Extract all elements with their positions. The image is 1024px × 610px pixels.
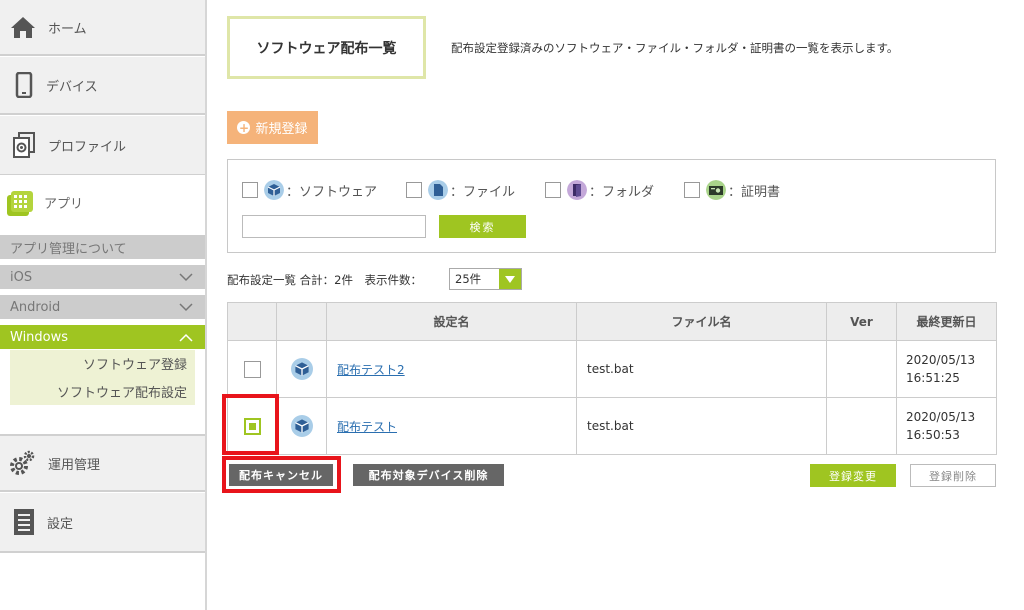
app-grid-icon [7,190,33,216]
table-row: 配布テスト test.bat 2020/05/13 16:50:53 [227,397,997,455]
nav-profile-label: プロファイル [48,139,127,155]
file-name-cell: test.bat [576,397,827,455]
filter-folder-label: ：フォルダ [589,185,655,200]
sidebar: ホーム デバイス プロファイル アプリ アプリ管理について iOS Androi… [0,0,207,610]
certificate-icon [706,180,726,200]
search-button[interactable]: 検索 [439,215,526,238]
nav-settings-label: 設定 [47,516,74,532]
nav-device-label: デバイス [46,79,98,95]
filter-file-checkbox[interactable] [406,182,422,198]
folder-icon [567,180,587,200]
page-size-value: 25件 [455,272,482,286]
delete-registration-button[interactable]: 登録削除 [910,464,996,487]
nav-windows[interactable]: Windows [0,325,205,349]
filter-file-label: ：ファイル [450,185,516,200]
nav-ios[interactable]: iOS [0,265,205,289]
delete-target-devices-button[interactable]: 配布対象デバイス削除 [353,464,504,486]
nav-windows-label: Windows [10,329,69,345]
updated-cell: 2020/05/13 16:51:25 [896,340,997,398]
updated-time: 16:50:53 [906,428,960,442]
filter-panel: ：ソフトウェア ：ファイル ：フォルダ ：証明書 検索 [227,159,996,253]
nav-app-about[interactable]: アプリ管理について [0,235,205,259]
col-updated[interactable]: 最終更新日 [896,302,997,341]
ver-cell [826,340,897,398]
software-package-icon [264,180,284,200]
nav-profile[interactable]: プロファイル [0,116,205,176]
new-register-button[interactable]: + 新規登録 [227,111,318,144]
table-header-row: 設定名 ファイル名 Ver 最終更新日 [227,302,997,341]
col-ver[interactable]: Ver [826,302,897,341]
setting-name-link[interactable]: 配布テスト2 [337,363,405,377]
page-description: 配布設定登録済みのソフトウェア・ファイル・フォルダ・証明書の一覧を表示します。 [451,41,899,55]
file-icon [428,180,448,200]
filter-software-label: ：ソフトウェア [286,185,378,200]
plus-circle-icon: + [237,120,251,135]
nav-operation[interactable]: 運用管理 [0,434,205,492]
windows-submenu: ソフトウェア登録 ソフトウェア配布設定 [10,350,195,405]
gear-icon [10,450,35,475]
document-icon [14,509,34,535]
chevron-up-icon [179,333,193,342]
nav-app-label: アプリ [44,197,84,212]
col-name[interactable]: 設定名 [326,302,577,341]
change-registration-button[interactable]: 登録変更 [810,464,896,487]
new-register-label: 新規登録 [255,122,308,137]
nav-sw-register[interactable]: ソフトウェア登録 [83,354,187,373]
setting-name-link[interactable]: 配布テスト [337,420,397,434]
row-checkbox[interactable] [243,360,261,378]
chevron-down-icon [179,272,193,281]
nav-device[interactable]: デバイス [0,57,205,115]
nav-home-label: ホーム [48,21,87,37]
chevron-down-icon [179,302,193,311]
dropdown-arrow-icon [499,269,521,289]
page-size-select[interactable]: 25件 [449,268,522,290]
file-name-cell: test.bat [576,340,827,398]
filter-certificate-label: ：証明書 [728,185,781,200]
highlight-box-checkbox [222,394,279,455]
phone-icon [15,72,33,98]
search-input[interactable] [242,215,426,238]
updated-time: 16:51:25 [906,371,960,385]
table-row: 配布テスト2 test.bat 2020/05/13 16:51:25 [227,340,997,398]
filter-certificate-checkbox[interactable] [684,182,700,198]
col-type [276,302,327,341]
software-package-icon [290,415,313,437]
updated-cell: 2020/05/13 16:50:53 [896,397,997,455]
page-title: ソフトウェア配布一覧 [227,16,426,79]
software-package-icon [290,358,313,380]
page-title-text: ソフトウェア配布一覧 [256,40,397,57]
nav-android-label: Android [10,299,61,315]
updated-date: 2020/05/13 [906,410,976,424]
col-file[interactable]: ファイル名 [576,302,827,341]
nav-settings[interactable]: 設定 [0,493,205,553]
updated-date: 2020/05/13 [906,353,976,367]
col-check [227,302,277,341]
list-summary: 配布設定一覧 合計：2件 表示件数： [227,273,422,287]
highlight-box-cancel [222,456,341,493]
nav-sw-distribution[interactable]: ソフトウェア配布設定 [57,382,187,401]
nav-home[interactable]: ホーム [0,0,205,56]
nav-ios-label: iOS [10,269,33,285]
home-icon [11,17,35,38]
distribution-table: 設定名 ファイル名 Ver 最終更新日 配布テスト2 test.bat 2020… [227,302,997,455]
nav-app-about-label: アプリ管理について [10,241,127,257]
nav-app[interactable]: アプリ [0,175,205,230]
profile-icon [13,132,35,158]
nav-operation-label: 運用管理 [48,457,101,473]
filter-software-checkbox[interactable] [242,182,258,198]
ver-cell [826,397,897,455]
nav-android[interactable]: Android [0,295,205,319]
filter-folder-checkbox[interactable] [545,182,561,198]
